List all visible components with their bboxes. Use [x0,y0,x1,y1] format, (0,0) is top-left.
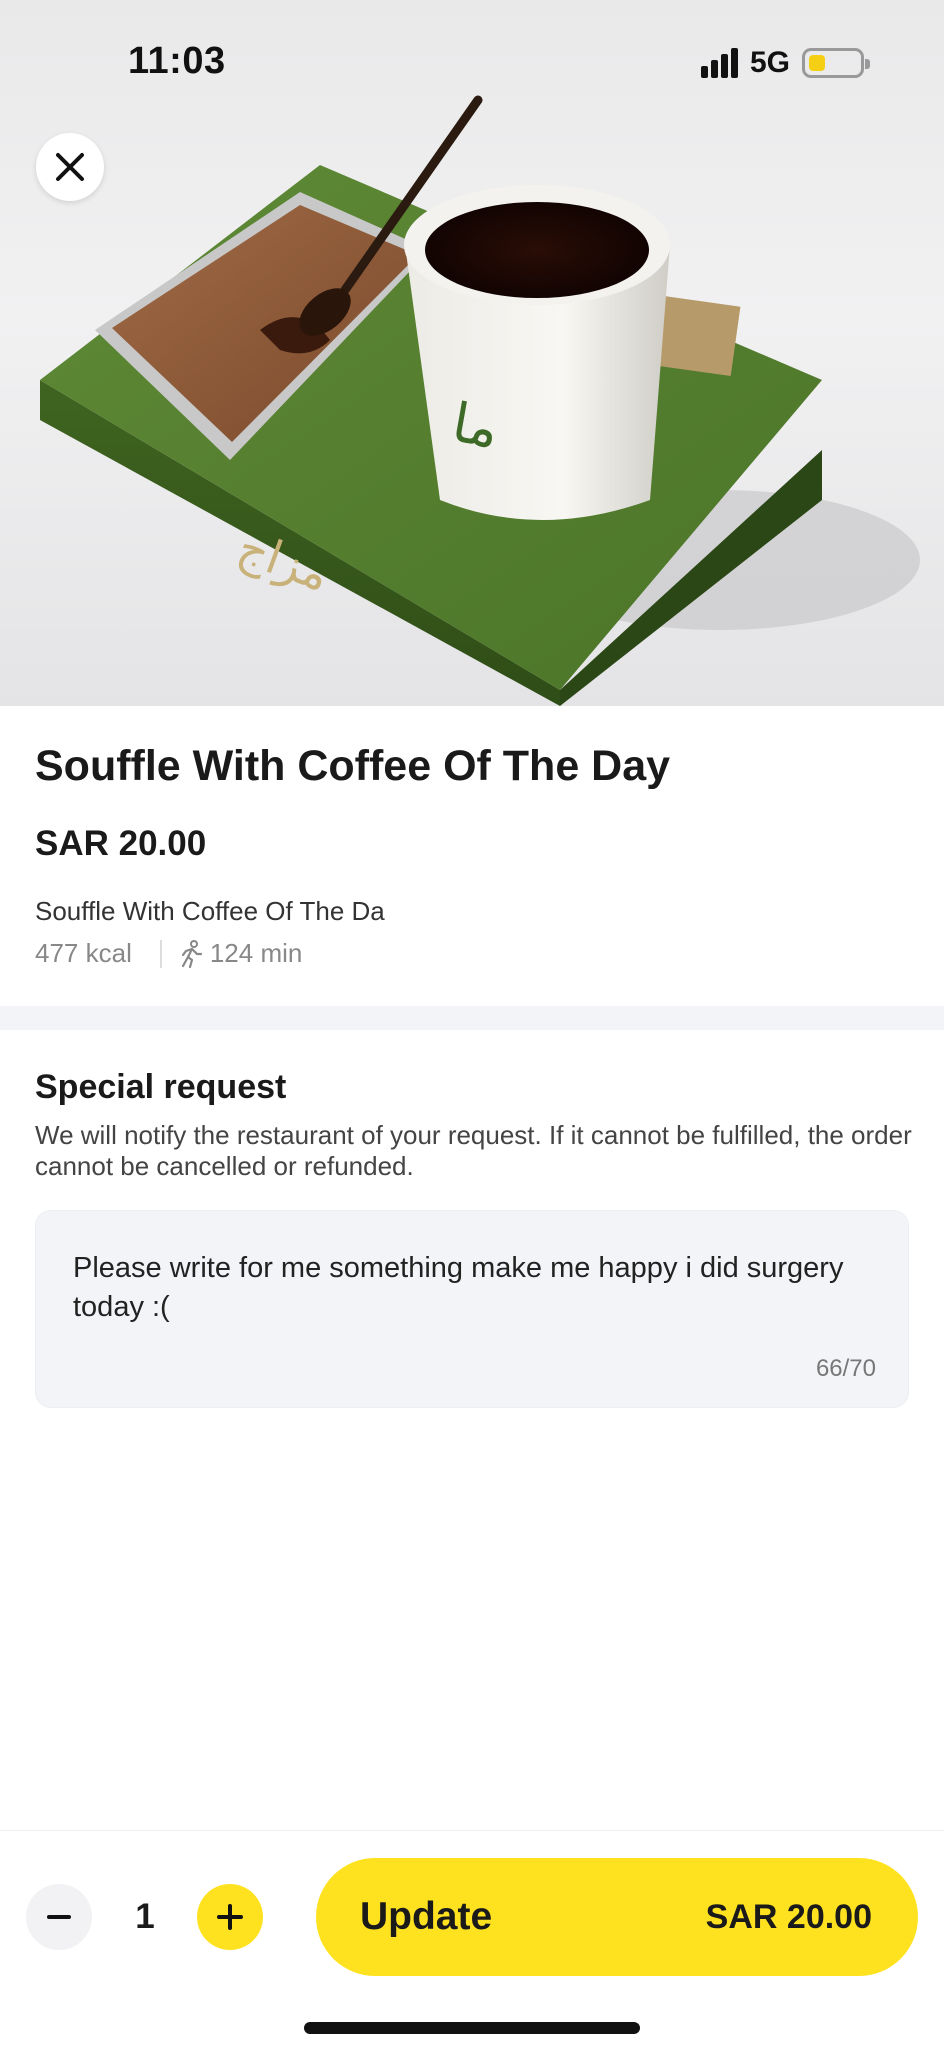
walking-icon [181,939,202,968]
walk-time: 124 min [178,938,303,969]
close-icon [56,153,84,181]
signal-icon [700,48,738,78]
special-request-text[interactable]: Please write for me something make me ha… [73,1249,873,1327]
update-label: Update [360,1895,493,1938]
status-indicators: 5G [700,46,870,80]
special-request-input[interactable]: Please write for me something make me ha… [35,1210,909,1408]
close-button[interactable] [36,133,104,201]
battery-icon [802,48,870,78]
special-request-note: We will notify the restaurant of your re… [35,1120,912,1181]
home-indicator [304,2022,640,2034]
status-bar: 11:03 5G [0,0,944,130]
section-divider [0,1006,944,1030]
quantity-value: 1 [135,1897,155,1936]
decrease-quantity-button[interactable] [26,1884,92,1950]
battery-level [809,55,825,71]
update-button[interactable]: Update SAR 20.00 [316,1858,918,1976]
calories: 477 kcal [35,938,132,968]
network-type: 5G [749,46,790,79]
meta-divider [159,939,162,968]
plus-icon [217,1904,243,1930]
increase-quantity-button[interactable] [197,1884,263,1950]
status-time: 11:03 [128,40,226,82]
battery-nub [865,59,870,69]
update-price: SAR 20.00 [705,1897,872,1936]
character-counter: 66/70 [815,1355,876,1382]
product-description: Souffle With Coffee Of The Da [35,896,385,926]
special-request-title: Special request [35,1068,287,1106]
minus-icon [47,1915,71,1919]
product-meta: 477 kcal 124 min [35,938,302,969]
bottom-action-bar: 1 Update SAR 20.00 [0,1830,944,2048]
walk-time-value: 124 min [209,938,303,968]
product-title: Souffle With Coffee Of The Day [35,742,671,790]
product-price: SAR 20.00 [35,824,207,863]
